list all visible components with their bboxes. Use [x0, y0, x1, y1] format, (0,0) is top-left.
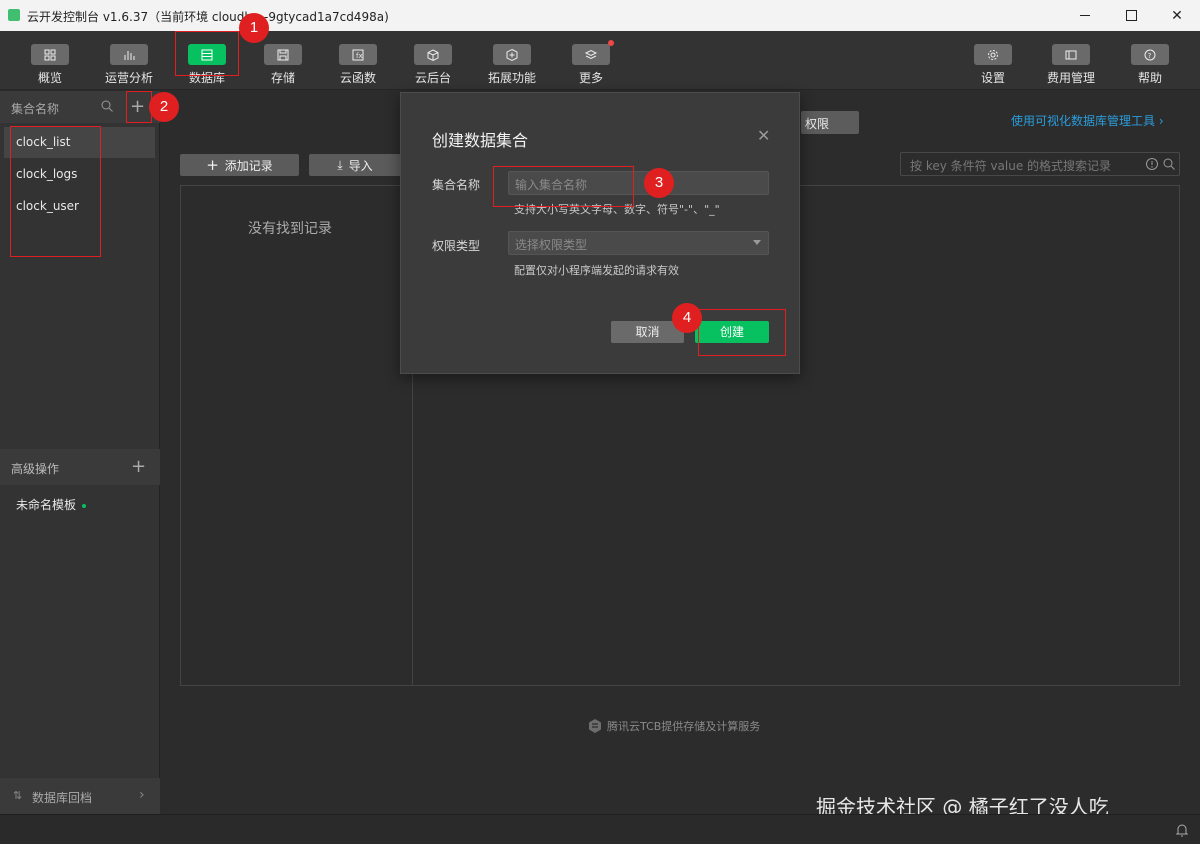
- plus-icon: +: [206, 156, 219, 174]
- annotation-box: [10, 126, 101, 257]
- dialog-title: 创建数据集合: [432, 131, 529, 150]
- footer-note-text: 腾讯云TCB提供存储及计算服务: [607, 720, 761, 733]
- toolbar-label: 设置: [980, 71, 1005, 85]
- wallet-icon: [1052, 44, 1090, 65]
- toolbar-functions[interactable]: fx 云函数: [323, 44, 393, 86]
- toolbar-settings[interactable]: 设置: [958, 44, 1028, 86]
- rollback-label: 数据库回档: [32, 791, 93, 805]
- annotation-box: [698, 309, 786, 356]
- toolbar-label: 拓展功能: [487, 71, 536, 85]
- title-bar: 云开发控制台 v1.6.37（当前环境 cloudb…-9gtycad1a7cd…: [0, 0, 1200, 31]
- grid-icon: [31, 44, 69, 65]
- annotation-box: [175, 31, 239, 76]
- toolbar-extensions[interactable]: 拓展功能: [477, 44, 547, 86]
- svg-text:fx: fx: [356, 52, 363, 60]
- toolbar-label: 更多: [578, 71, 603, 85]
- annotation-number: 2: [149, 92, 179, 122]
- record-search-input[interactable]: 按 key 条件符 value 的格式搜索记录: [900, 152, 1180, 176]
- toolbar-billing[interactable]: 费用管理: [1036, 44, 1106, 86]
- app-icon: [8, 9, 20, 21]
- advanced-ops-label: 高级操作: [11, 462, 60, 476]
- collections-header-label: 集合名称: [11, 102, 60, 116]
- download-icon: ⤓: [337, 157, 343, 172]
- add-record-button[interactable]: + 添加记录: [180, 154, 299, 176]
- permission-type-placeholder: 选择权限类型: [515, 238, 588, 252]
- sort-icon: ⇅: [13, 789, 23, 802]
- footer-note: 腾讯云TCB提供存储及计算服务: [587, 718, 760, 734]
- annotation-number: 1: [239, 13, 269, 43]
- search-icon[interactable]: [1162, 157, 1176, 174]
- svg-text:?: ?: [1148, 52, 1152, 60]
- bell-icon[interactable]: [1175, 823, 1189, 840]
- close-icon[interactable]: ✕: [757, 126, 770, 145]
- annotation-number: 4: [672, 303, 702, 333]
- visual-db-tool-link[interactable]: 使用可视化数据库管理工具 ›: [1011, 112, 1164, 129]
- toolbar-overview[interactable]: 概览: [15, 44, 85, 86]
- toolbar-help[interactable]: ? 帮助: [1115, 44, 1185, 86]
- template-item[interactable]: 未命名模板: [16, 496, 87, 513]
- template-label: 未命名模板: [16, 498, 77, 512]
- tcb-logo-icon: [589, 719, 601, 733]
- permission-type-label: 权限类型: [432, 239, 481, 253]
- permission-label: 权限: [805, 117, 830, 131]
- maximize-button[interactable]: [1108, 0, 1154, 31]
- gear-icon: [974, 44, 1012, 65]
- permission-type-hint: 配置仅对小程序端发起的请求有效: [514, 264, 679, 277]
- notification-badge: [608, 40, 614, 46]
- collection-name-label: 集合名称: [432, 178, 481, 192]
- dropdown-arrow-icon: [753, 240, 761, 245]
- import-button[interactable]: ⤓ 导入: [309, 154, 401, 176]
- toolbar-label: 云函数: [339, 71, 376, 85]
- add-template-button[interactable]: +: [131, 456, 146, 477]
- annotation-number: 3: [644, 168, 674, 198]
- import-label: 导入: [348, 158, 373, 173]
- status-bar: [0, 814, 1200, 844]
- toolbar-label: 帮助: [1137, 71, 1162, 85]
- permission-tab[interactable]: 权限: [801, 111, 859, 134]
- extension-icon: [493, 44, 531, 65]
- toolbar-more[interactable]: 更多: [556, 40, 626, 86]
- search-icon[interactable]: [100, 99, 114, 116]
- advanced-ops-header: 高级操作 +: [0, 449, 160, 485]
- bar-chart-icon: [110, 44, 148, 65]
- info-icon[interactable]: [1145, 157, 1159, 174]
- toolbar-cloud-admin[interactable]: 云后台: [398, 44, 468, 86]
- annotation-box: [493, 166, 634, 207]
- toolbar-analytics[interactable]: 运营分析: [94, 44, 164, 86]
- empty-records-text: 没有找到记录: [248, 221, 332, 237]
- search-placeholder: 按 key 条件符 value 的格式搜索记录: [910, 159, 1112, 173]
- function-icon: fx: [339, 44, 377, 65]
- minimize-button[interactable]: [1062, 0, 1108, 31]
- layers-icon: [572, 40, 614, 65]
- close-window-button[interactable]: ✕: [1154, 0, 1200, 31]
- cube-icon: [414, 44, 452, 65]
- toolbar-label: 费用管理: [1046, 71, 1095, 85]
- toolbar-label: 存储: [270, 71, 295, 85]
- save-icon: [264, 44, 302, 65]
- add-record-label: 添加记录: [224, 158, 273, 173]
- status-dot: [82, 503, 87, 508]
- toolbar-storage[interactable]: 存储: [248, 44, 318, 86]
- window-title: 云开发控制台 v1.6.37（当前环境 cloudb…-9gtycad1a7cd…: [27, 10, 389, 24]
- toolbar-label: 云后台: [414, 71, 451, 85]
- database-rollback[interactable]: ⇅ 数据库回档 ›: [0, 778, 160, 814]
- chevron-right-icon: ›: [139, 787, 145, 803]
- toolbar-label: 概览: [37, 71, 62, 85]
- toolbar-label: 运营分析: [104, 71, 153, 85]
- help-icon: ?: [1131, 44, 1169, 65]
- permission-type-select[interactable]: 选择权限类型: [508, 231, 769, 255]
